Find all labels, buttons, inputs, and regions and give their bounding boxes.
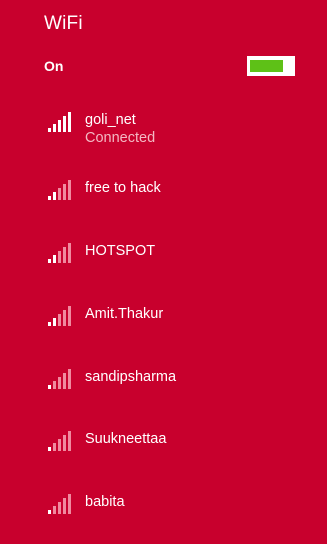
network-name: free to hack xyxy=(85,180,161,196)
signal-bar xyxy=(68,306,71,326)
network-item-sandipsharma[interactable]: sandipsharma xyxy=(48,369,307,409)
signal-bar xyxy=(48,196,51,200)
network-name: babita xyxy=(85,494,125,510)
wifi-toggle-knob[interactable] xyxy=(284,58,293,74)
signal-bar xyxy=(58,251,61,263)
wifi-toggle-fill xyxy=(250,60,283,72)
signal-bar xyxy=(58,188,61,200)
signal-bar xyxy=(68,431,71,451)
signal-bar xyxy=(53,506,56,514)
signal-strength-icon xyxy=(48,369,71,389)
signal-bar xyxy=(58,377,61,389)
wifi-toggle-switch[interactable] xyxy=(247,56,295,76)
signal-bar xyxy=(48,322,51,326)
signal-strength-icon xyxy=(48,243,71,263)
signal-strength-icon xyxy=(48,494,71,514)
signal-bar xyxy=(68,243,71,263)
signal-strength-icon xyxy=(48,112,71,132)
signal-bar xyxy=(53,255,56,263)
signal-bar xyxy=(48,510,51,514)
network-name: Suukneettaa xyxy=(85,431,167,447)
signal-bar xyxy=(63,184,66,200)
wifi-state-label: On xyxy=(44,58,64,74)
signal-bar xyxy=(63,498,66,514)
signal-bar xyxy=(68,369,71,389)
signal-bar xyxy=(63,116,66,132)
signal-bar xyxy=(63,310,66,326)
network-name: goli_net xyxy=(85,112,136,128)
signal-bar xyxy=(68,494,71,514)
network-item-goli-net[interactable]: goli_net Connected xyxy=(48,112,307,152)
signal-strength-icon xyxy=(48,431,71,451)
network-status: Connected xyxy=(85,130,156,146)
network-name: Amit.Thakur xyxy=(85,306,164,322)
signal-bar xyxy=(48,128,51,132)
network-name: HOTSPOT xyxy=(85,243,156,259)
signal-bar xyxy=(53,124,56,132)
signal-bar xyxy=(63,247,66,263)
signal-bar xyxy=(48,385,51,389)
signal-bar xyxy=(63,435,66,451)
signal-bar xyxy=(58,120,61,132)
network-item-babita[interactable]: babita xyxy=(48,494,307,534)
network-item-suukneettaa[interactable]: Suukneettaa xyxy=(48,431,307,471)
signal-bar xyxy=(48,259,51,263)
network-item-amit-thakur[interactable]: Amit.Thakur xyxy=(48,306,307,346)
signal-strength-icon xyxy=(48,180,71,200)
signal-bar xyxy=(53,381,56,389)
signal-bar xyxy=(53,443,56,451)
network-item-free-to-hack[interactable]: free to hack xyxy=(48,180,307,220)
panel-title: WiFi xyxy=(44,13,83,34)
signal-bar xyxy=(53,318,56,326)
signal-bar xyxy=(68,180,71,200)
signal-strength-icon xyxy=(48,306,71,326)
signal-bar xyxy=(58,439,61,451)
signal-bar xyxy=(48,447,51,451)
signal-bar xyxy=(58,314,61,326)
signal-bar xyxy=(63,373,66,389)
signal-bar xyxy=(68,112,71,132)
signal-bar xyxy=(58,502,61,514)
network-item-hotspot[interactable]: HOTSPOT xyxy=(48,243,307,283)
signal-bar xyxy=(53,192,56,200)
network-name: sandipsharma xyxy=(85,369,177,385)
wifi-toggle-row: On xyxy=(44,56,295,78)
